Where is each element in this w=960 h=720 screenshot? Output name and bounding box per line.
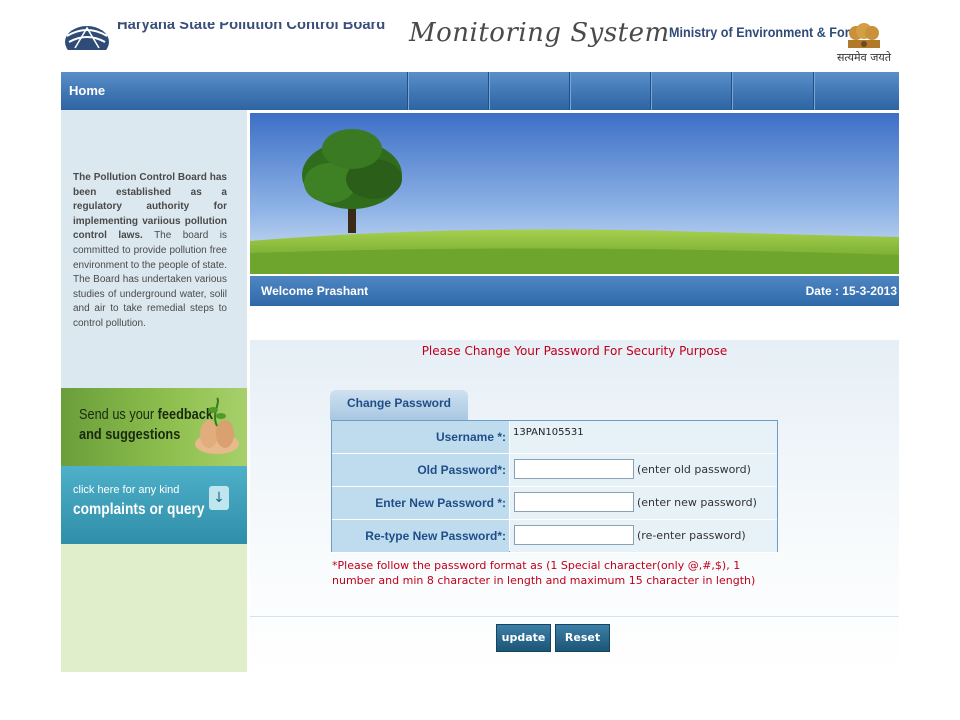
- nav-separator: [569, 72, 571, 110]
- nav-separator: [813, 72, 815, 110]
- down-arrow-icon[interactable]: ↓: [209, 486, 229, 510]
- new-password-label: Enter New Password *:: [375, 496, 506, 510]
- hands-icon: [195, 397, 239, 454]
- nav-separator: [650, 72, 652, 110]
- username-label: Username *:: [435, 430, 506, 444]
- change-password-section: Please Change Your Password For Security…: [250, 340, 899, 672]
- tree-banner-image: [250, 113, 899, 274]
- complaints-line1: click here for any kind: [73, 484, 180, 496]
- complaints-line2: complaints or query: [73, 501, 205, 518]
- old-password-row: Old Password*: (enter old password): [332, 454, 777, 487]
- date-label: Date : 15-3-2013: [805, 284, 897, 298]
- retype-password-row: Re-type New Password*: (re-enter passwor…: [332, 520, 777, 553]
- feedback-line1-text: Send us your: [79, 406, 158, 423]
- tab-change-password[interactable]: Change Password: [330, 390, 468, 420]
- security-message: Please Change Your Password For Security…: [421, 344, 728, 358]
- sidebar-lower: [61, 544, 247, 672]
- feedback-line2: and suggestions: [79, 426, 181, 443]
- system-title: Monitoring System: [409, 22, 670, 48]
- nav-home-link[interactable]: Home: [69, 83, 105, 98]
- retype-password-label: Re-type New Password*:: [365, 529, 506, 543]
- header: Haryana State Pollution Control Board Mo…: [61, 22, 899, 72]
- old-password-value-cell: (enter old password): [510, 454, 777, 487]
- retype-password-hint: (re-enter password): [637, 529, 746, 542]
- password-format-note: *Please follow the password format as (1…: [332, 559, 756, 587]
- retype-password-input[interactable]: [514, 525, 634, 545]
- nav-separator: [407, 72, 409, 110]
- complaints-banner[interactable]: click here for any kind complaints or qu…: [61, 466, 247, 544]
- retype-password-value-cell: (re-enter password): [510, 520, 777, 553]
- page: Haryana State Pollution Control Board Mo…: [61, 22, 899, 672]
- nav-separator: [488, 72, 490, 110]
- new-password-value-cell: (enter new password): [510, 487, 777, 520]
- username-value-cell: 13PAN105531: [510, 421, 777, 454]
- old-password-label-cell: Old Password*:: [332, 454, 509, 487]
- sidebar: The Pollution Control Board has been est…: [61, 110, 247, 672]
- welcome-bar: Welcome Prashant Date : 15-3-2013: [250, 276, 899, 306]
- main-nav: Home: [61, 72, 899, 110]
- board-title: Haryana State Pollution Control Board: [117, 22, 386, 33]
- about-text-rest: The board is committed to provide pollut…: [73, 230, 227, 329]
- divider: [250, 616, 899, 617]
- new-password-hint: (enter new password): [637, 496, 757, 509]
- main-content: Welcome Prashant Date : 15-3-2013 Please…: [250, 113, 899, 672]
- new-password-label-cell: Enter New Password *:: [332, 487, 509, 520]
- reset-button[interactable]: Reset: [555, 624, 610, 652]
- welcome-message: Welcome Prashant: [261, 284, 369, 298]
- update-button[interactable]: update: [496, 624, 551, 652]
- about-text: The Pollution Control Board has been est…: [73, 171, 227, 332]
- national-emblem-icon: [848, 23, 880, 48]
- ministry-title: Ministry of Environment & Forest: [669, 24, 868, 40]
- retype-password-label-cell: Re-type New Password*:: [332, 520, 509, 553]
- feedback-banner[interactable]: Send us your feedback and suggestions: [61, 388, 247, 466]
- change-password-form: Username *: 13PAN105531 Old Password*: (…: [331, 420, 778, 553]
- motto-text: सत्यमेव जयते: [837, 51, 892, 64]
- username-label-cell: Username *:: [332, 421, 509, 454]
- new-password-row: Enter New Password *: (enter new passwor…: [332, 487, 777, 520]
- old-password-input[interactable]: [514, 459, 634, 479]
- content-spacer: [250, 306, 899, 340]
- tab-change-password-label: Change Password: [346, 396, 452, 410]
- old-password-label: Old Password*:: [417, 463, 506, 477]
- board-logo-icon: [65, 26, 109, 50]
- username-row: Username *: 13PAN105531: [332, 421, 777, 454]
- nav-separator: [731, 72, 733, 110]
- old-password-hint: (enter old password): [637, 463, 751, 476]
- username-value: 13PAN105531: [513, 427, 584, 438]
- new-password-input[interactable]: [514, 492, 634, 512]
